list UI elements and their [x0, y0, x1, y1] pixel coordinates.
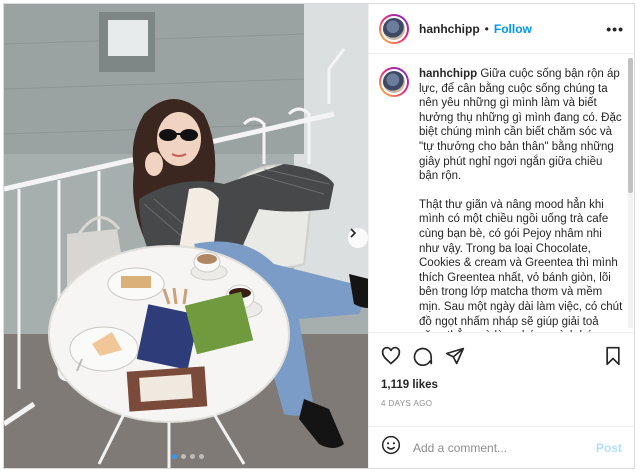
avatar[interactable]	[379, 13, 409, 44]
separator-dot: •	[484, 21, 489, 36]
post-comment-button[interactable]: Post	[596, 441, 622, 455]
action-icons-row	[381, 343, 622, 369]
heart-icon[interactable]	[381, 346, 401, 366]
comment-input[interactable]	[413, 440, 596, 455]
caption-avatar[interactable]	[379, 67, 409, 97]
more-options-icon[interactable]: •••	[606, 21, 624, 37]
smiley-icon[interactable]	[381, 435, 401, 460]
post-side-panel: hanhchipp • Follow ••• hanhchipp Giữa cu…	[368, 4, 634, 468]
paper-plane-icon[interactable]	[445, 346, 465, 366]
post-photo[interactable]	[4, 4, 368, 468]
photo-illustration	[4, 4, 368, 468]
instagram-post: hanhchipp • Follow ••• hanhchipp Giữa cu…	[3, 3, 635, 469]
caption-area: hanhchipp Giữa cuộc sống bận rộn áp lực,…	[369, 54, 634, 332]
carousel-next-button[interactable]	[348, 228, 368, 248]
caption-username[interactable]: hanhchipp	[419, 68, 477, 80]
post-header: hanhchipp • Follow •••	[369, 4, 634, 54]
carousel-dot	[172, 454, 177, 459]
carousel-dots	[172, 454, 204, 459]
comment-icon[interactable]	[413, 346, 433, 366]
carousel-dot	[181, 454, 186, 459]
caption-paragraph-1: Giữa cuộc sống bận rộn áp lực, để cân bằ…	[419, 68, 622, 183]
caption-text: hanhchipp Giữa cuộc sống bận rộn áp lực,…	[419, 67, 624, 332]
carousel-dot	[190, 454, 195, 459]
caption-scrollbar[interactable]	[628, 58, 633, 328]
post-actions: 1,119 likes 4 DAYS AGO	[369, 332, 634, 426]
caption-paragraph-2: Thật thư giãn và nâng mood hẳn khi mình …	[419, 198, 623, 332]
chevron-right-icon	[350, 228, 357, 238]
username-link[interactable]: hanhchipp	[419, 22, 480, 36]
scrollbar-thumb[interactable]	[628, 58, 633, 193]
follow-button[interactable]: Follow	[494, 22, 532, 36]
comment-row: Post	[369, 426, 634, 468]
post-date[interactable]: 4 DAYS AGO	[381, 399, 622, 408]
carousel-dot	[199, 454, 204, 459]
likes-count[interactable]: 1,119 likes	[381, 379, 622, 391]
bookmark-icon[interactable]	[604, 346, 622, 366]
